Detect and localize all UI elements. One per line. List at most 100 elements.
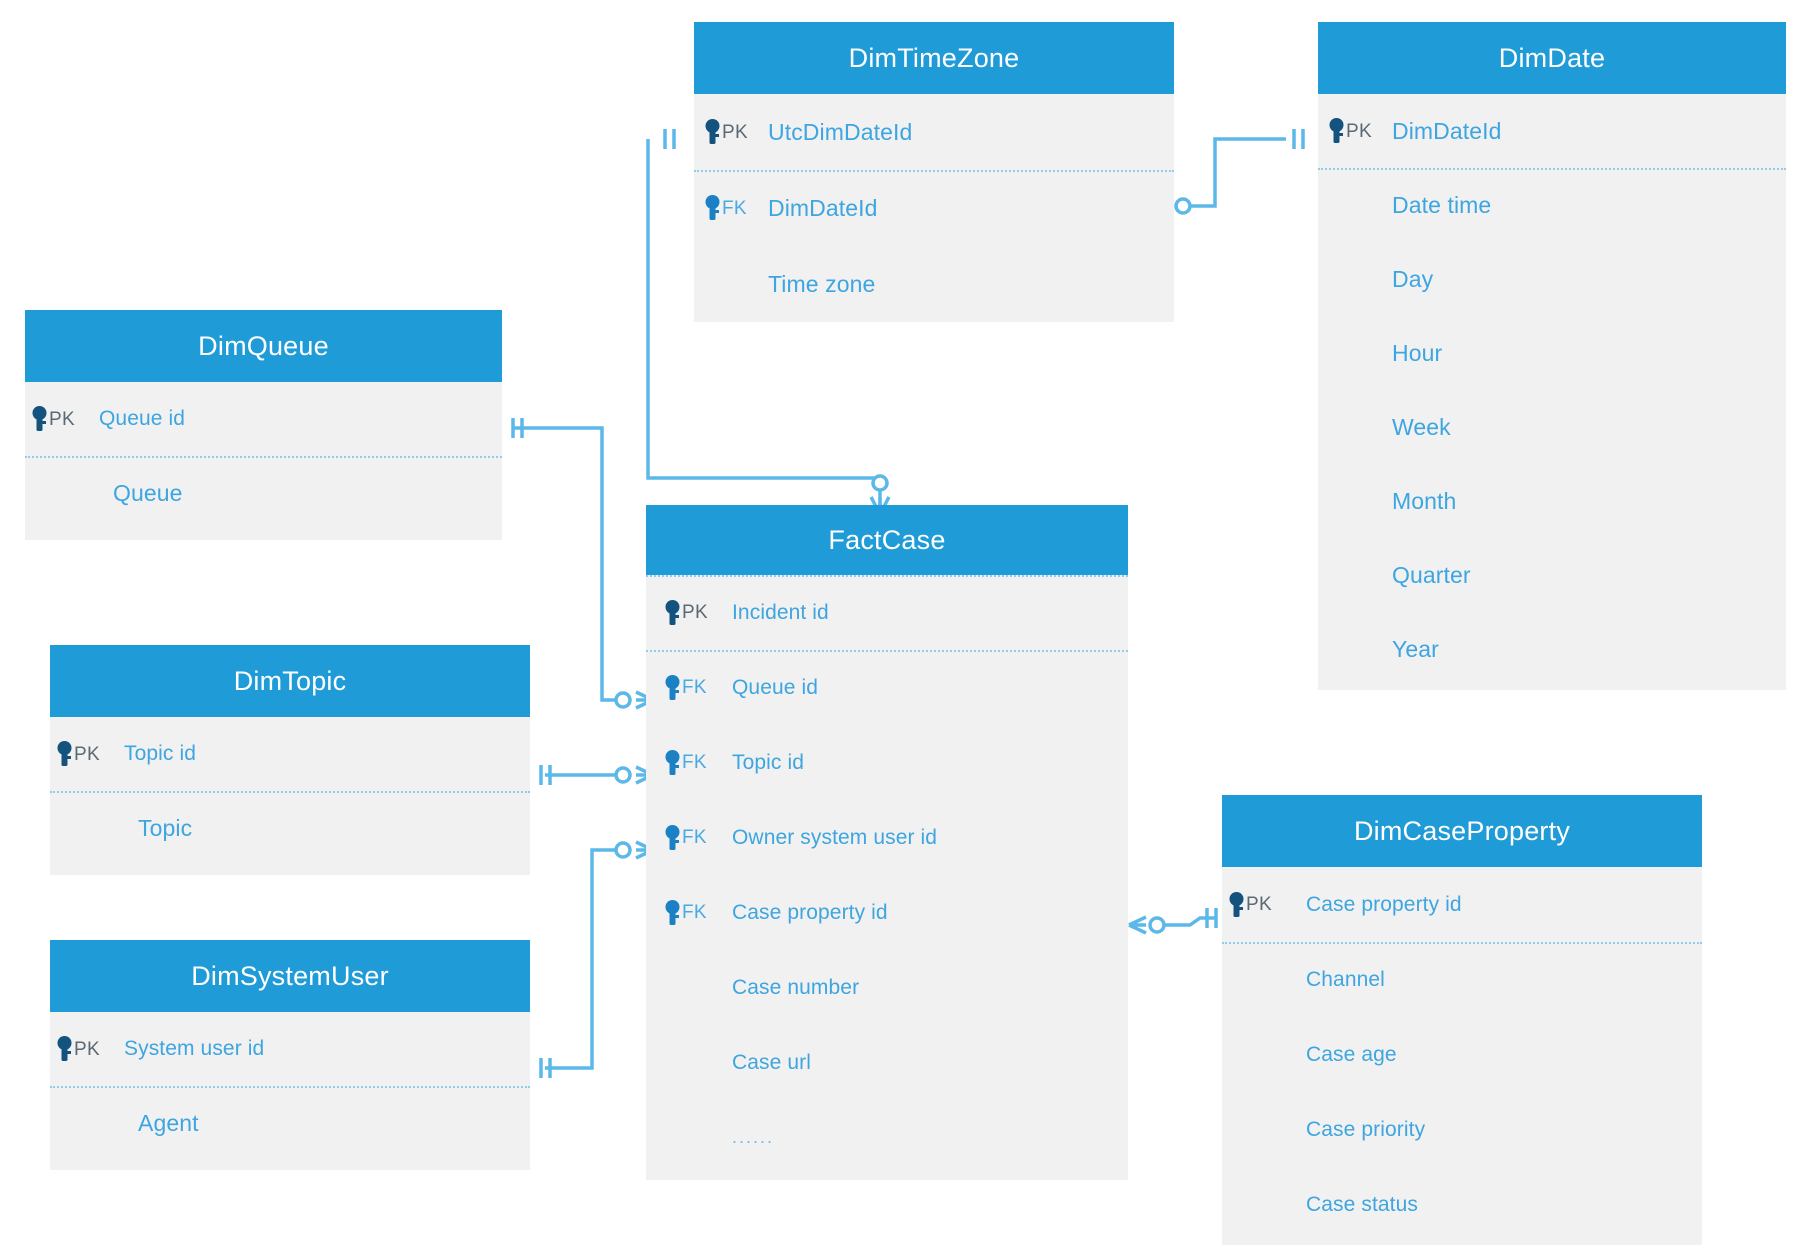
foreign-key-icon: [664, 824, 681, 851]
rel-systemuser-one-end: [539, 1058, 552, 1078]
entity-dimcaseproperty-title: DimCaseProperty: [1222, 795, 1702, 867]
entity-dimqueue-fields: PK Queue id Queue: [25, 382, 502, 540]
field-row[interactable]: Agent: [50, 1086, 530, 1160]
entity-dimtimezone-fields: PK UtcDimDateId FK DimDateId Time zone: [694, 94, 1174, 322]
field-row[interactable]: PK Case property id: [1222, 867, 1702, 942]
entity-dimtopic-fields: PK Topic id Topic: [50, 717, 530, 875]
foreign-key-icon: [664, 899, 681, 926]
field-name: Month: [1392, 487, 1457, 514]
field-name: Hour: [1392, 339, 1443, 366]
field-name: Case priority: [1306, 1117, 1426, 1141]
field-name: Topic id: [732, 750, 805, 774]
field-row[interactable]: Channel: [1222, 942, 1702, 1017]
field-name: Year: [1392, 635, 1439, 662]
field-key-label: PK: [722, 121, 748, 143]
rel-timezone-date-one-end: [1292, 129, 1305, 149]
primary-key-icon: [31, 406, 48, 432]
field-row[interactable]: Quarter: [1318, 538, 1786, 612]
field-name: Agent: [138, 1109, 199, 1136]
entity-factcase[interactable]: FactCase PK Incident id FK Queue id FK T…: [646, 505, 1128, 1180]
field-key-cell: PK: [1318, 118, 1392, 144]
field-row[interactable]: Case number: [646, 950, 1128, 1025]
field-row[interactable]: Year: [1318, 612, 1786, 686]
foreign-key-icon: [704, 195, 721, 221]
field-row-ellipsis[interactable]: ......: [646, 1100, 1128, 1175]
field-row[interactable]: PK Topic id: [50, 717, 530, 791]
field-key-label: PK: [74, 743, 100, 765]
rel-systemuser-factcase: [545, 848, 615, 1070]
field-key-label: PK: [74, 1038, 100, 1060]
field-key-label: FK: [682, 902, 707, 923]
field-name: Queue id: [732, 675, 819, 699]
field-row[interactable]: Case status: [1222, 1167, 1702, 1242]
er-diagram-canvas: DimTimeZone PK UtcDimDateId FK DimDateId…: [0, 0, 1800, 1258]
field-name: UtcDimDateId: [768, 118, 913, 145]
field-row[interactable]: PK DimDateId: [1318, 94, 1786, 168]
entity-dimqueue-title: DimQueue: [25, 310, 502, 382]
field-row[interactable]: FK Owner system user id: [646, 800, 1128, 875]
field-row[interactable]: Month: [1318, 464, 1786, 538]
field-row[interactable]: PK Queue id: [25, 382, 502, 456]
field-name: System user id: [124, 1037, 265, 1060]
entity-dimsystemuser[interactable]: DimSystemUser PK System user id Agent: [50, 940, 530, 1170]
entity-dimtimezone[interactable]: DimTimeZone PK UtcDimDateId FK DimDateId…: [694, 22, 1174, 322]
field-name: Topic id: [124, 742, 197, 765]
field-row[interactable]: PK System user id: [50, 1012, 530, 1086]
entity-dimcaseproperty[interactable]: DimCaseProperty PK Case property id Chan…: [1222, 795, 1702, 1245]
field-name: Queue: [113, 479, 183, 506]
field-name: ......: [732, 1127, 775, 1147]
field-row[interactable]: FK DimDateId: [694, 170, 1174, 246]
field-row[interactable]: Time zone: [694, 246, 1174, 322]
field-row[interactable]: Case age: [1222, 1017, 1702, 1092]
field-row[interactable]: PK Incident id: [646, 575, 1128, 650]
field-name: Topic: [138, 814, 193, 841]
rel-factcase-caseproperty: [1155, 916, 1215, 927]
field-key-cell: PK: [694, 119, 768, 145]
entity-dimsystemuser-fields: PK System user id Agent: [50, 1012, 530, 1170]
foreign-key-icon: [664, 674, 681, 701]
field-key-label: FK: [722, 197, 747, 219]
entity-dimcaseproperty-fields: PK Case property id Channel Case age Cas…: [1222, 867, 1702, 1245]
field-row[interactable]: Day: [1318, 242, 1786, 316]
primary-key-icon: [1228, 891, 1245, 918]
field-row[interactable]: FK Queue id: [646, 650, 1128, 725]
field-name: Case age: [1306, 1042, 1397, 1066]
field-row[interactable]: Week: [1318, 390, 1786, 464]
entity-factcase-fields: PK Incident id FK Queue id FK Topic id F…: [646, 575, 1128, 1180]
primary-key-icon: [664, 599, 681, 626]
field-row[interactable]: Topic: [50, 791, 530, 865]
field-key-cell: FK: [646, 749, 732, 776]
rel-caseproperty-one-end: [1205, 908, 1218, 928]
field-name: DimDateId: [768, 194, 878, 221]
field-row[interactable]: Hour: [1318, 316, 1786, 390]
field-row[interactable]: Case url: [646, 1025, 1128, 1100]
field-row[interactable]: FK Topic id: [646, 725, 1128, 800]
field-name: Date time: [1392, 191, 1492, 218]
field-row[interactable]: Date time: [1318, 168, 1786, 242]
field-key-label: PK: [1246, 894, 1272, 915]
field-key-cell: PK: [50, 1036, 124, 1062]
field-key-cell: PK: [646, 599, 732, 626]
field-key-label: FK: [682, 827, 707, 848]
field-name: Time zone: [768, 270, 876, 297]
entity-dimqueue[interactable]: DimQueue PK Queue id Queue: [25, 310, 502, 540]
field-row[interactable]: Case priority: [1222, 1092, 1702, 1167]
field-name: Owner system user id: [732, 825, 938, 849]
field-row[interactable]: PK UtcDimDateId: [694, 94, 1174, 170]
field-key-label: FK: [682, 752, 707, 773]
entity-factcase-title: FactCase: [646, 505, 1128, 575]
entity-dimdate-fields: PK DimDateId Date time Day Hour Week Mon…: [1318, 94, 1786, 690]
entity-dimdate[interactable]: DimDate PK DimDateId Date time Day Hour …: [1318, 22, 1786, 690]
field-key-label: FK: [682, 677, 707, 698]
primary-key-icon: [56, 1036, 73, 1062]
field-name: Week: [1392, 413, 1451, 440]
field-name: Case number: [732, 975, 860, 999]
field-row[interactable]: Queue: [25, 456, 502, 530]
field-key-cell: PK: [25, 406, 99, 432]
rel-queue-one-end: [511, 418, 524, 438]
field-row[interactable]: FK Case property id: [646, 875, 1128, 950]
field-name: Channel: [1306, 967, 1385, 991]
entity-dimtopic[interactable]: DimTopic PK Topic id Topic: [50, 645, 530, 875]
field-name: Quarter: [1392, 561, 1471, 588]
field-name: DimDateId: [1392, 117, 1502, 144]
